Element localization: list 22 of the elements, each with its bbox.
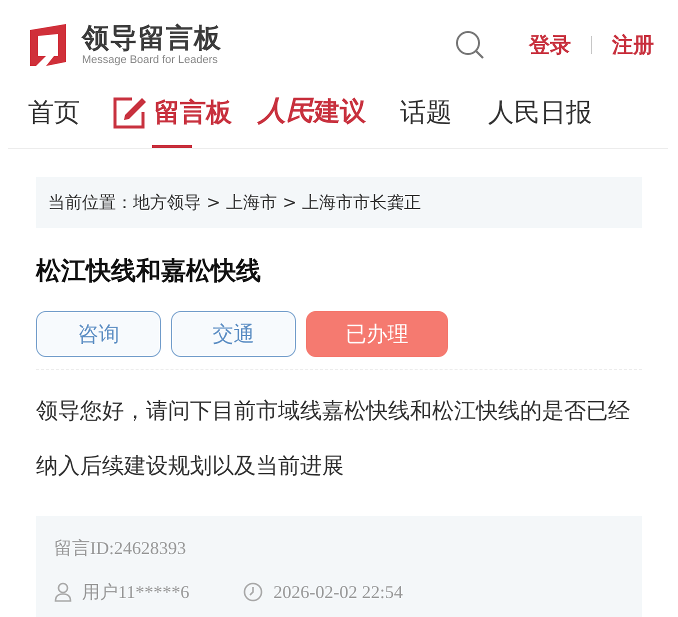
- logo-subtitle: Message Board for Leaders: [82, 54, 219, 66]
- post-title: 松江快线和嘉松快线: [36, 255, 262, 287]
- search-icon[interactable]: [455, 30, 485, 60]
- post-time: 2026-02-02 22:54: [273, 582, 403, 602]
- edit-icon: [112, 96, 148, 130]
- category-tag: 交通: [171, 311, 296, 357]
- user-icon: [54, 582, 72, 602]
- post-body: 领导您好，请问下目前市域线嘉松快线和松江快线的是否已经纳入后续建设规划以及当前进展: [36, 398, 631, 481]
- logo-title: 领导留言板: [82, 24, 222, 54]
- nav-tab[interactable]: 人民建议: [258, 92, 366, 148]
- nav-tab[interactable]: 首页: [28, 95, 80, 148]
- user-name: 用户11*****6: [82, 581, 190, 604]
- message-id: 留言ID:24628393: [54, 537, 187, 560]
- nav-tab[interactable]: 人民日报: [488, 95, 592, 148]
- breadcrumb: 当前位置：地方领导 > 上海市 > 上海市市长龚正: [36, 177, 642, 228]
- login-link[interactable]: 登录: [529, 31, 571, 59]
- register-link[interactable]: 注册: [612, 31, 654, 59]
- clock-icon: [243, 582, 264, 602]
- category-tag: 咨询: [36, 311, 161, 357]
- nav-tab[interactable]: 话题: [400, 95, 452, 148]
- nav-tab[interactable]: 留言板: [112, 95, 232, 148]
- status-tag: 已办理: [306, 311, 448, 357]
